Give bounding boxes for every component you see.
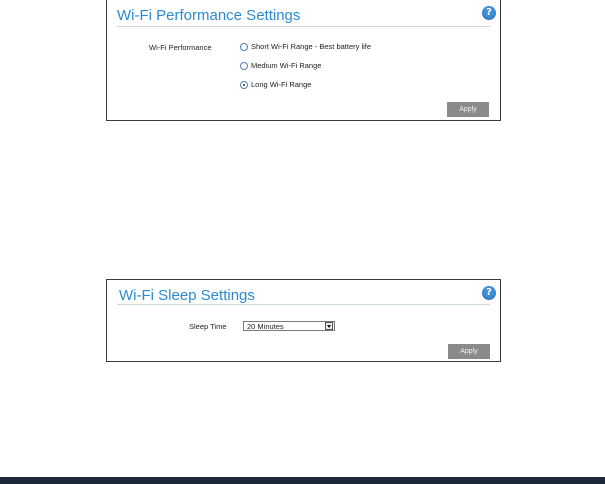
apply-button[interactable]: Apply [447, 102, 489, 117]
radio-button[interactable] [240, 61, 248, 70]
wifi-sleep-title: Wi-Fi Sleep Settings [119, 287, 255, 304]
apply-button[interactable]: Apply [448, 344, 490, 359]
footer-bar [0, 477, 605, 484]
title-divider [117, 304, 490, 305]
wifi-performance-title: Wi-Fi Performance Settings [117, 7, 301, 24]
radio-option-medium-range[interactable]: Medium Wi-Fi Range [240, 61, 321, 70]
radio-option-long-range[interactable]: Long Wi-Fi Range [240, 80, 311, 89]
help-icon[interactable]: ? [482, 286, 496, 300]
title-divider [117, 26, 490, 27]
radio-label: Medium Wi-Fi Range [251, 61, 322, 70]
sleep-time-value: 20 Minutes [247, 321, 284, 331]
wifi-performance-panel: Wi-Fi Performance Settings ? Wi-Fi Perfo… [106, 0, 501, 121]
radio-button-selected[interactable] [240, 80, 248, 89]
chevron-down-icon[interactable] [325, 322, 333, 330]
sleep-time-select[interactable]: 20 Minutes [243, 321, 335, 331]
radio-option-short-range[interactable]: Short Wi-Fi Range - Best battery life [240, 42, 371, 51]
wifi-sleep-panel: Wi-Fi Sleep Settings ? Sleep Time 20 Min… [106, 279, 501, 362]
sleep-time-label: Sleep Time [189, 322, 227, 331]
wifi-performance-label: Wi-Fi Performance [149, 43, 212, 52]
radio-button[interactable] [240, 42, 248, 51]
help-icon[interactable]: ? [482, 6, 496, 20]
radio-label: Short Wi-Fi Range - Best battery life [251, 42, 372, 51]
radio-label: Long Wi-Fi Range [251, 80, 312, 89]
